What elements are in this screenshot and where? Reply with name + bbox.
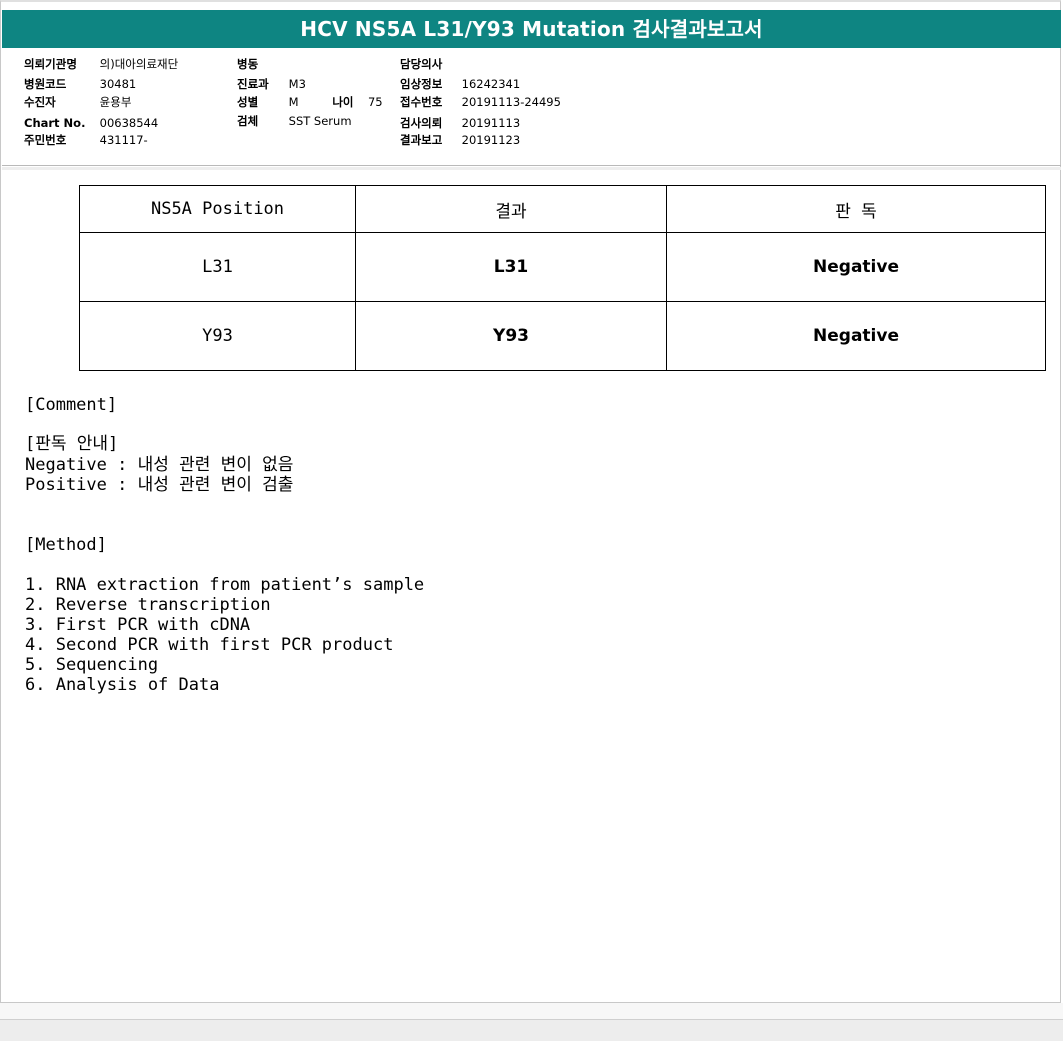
patient-info-header: 의뢰기관명 의)대아의료재단 병원코드 30481 수진자 윤용부 Chart … — [2, 50, 1061, 166]
resident-number-value: 431117- — [99, 133, 148, 147]
results-header-row: NS5A Position 결과 판 독 — [79, 185, 1046, 233]
examinee-field: 수진자 윤용부 — [24, 94, 131, 110]
clinical-info-value: 16242341 — [461, 77, 521, 91]
resident-number-field: 주민번호 431117- — [24, 132, 148, 148]
sex-field: 성별 M 나이 75 — [237, 94, 383, 110]
guide-heading: [판독 안내] — [25, 434, 119, 454]
specimen-value: SST Serum — [288, 114, 352, 128]
method-step: 4. Second PCR with first PCR product — [25, 635, 394, 655]
clinical-info-field: 임상정보 16242341 — [400, 76, 520, 92]
status-bar — [0, 1019, 1063, 1041]
method-step: 3. First PCR with cDNA — [25, 615, 251, 635]
age-label: 나이 — [332, 95, 354, 109]
method-step: 1. RNA extraction from patient’s sample — [25, 575, 425, 595]
request-date-label: 검사의뢰 — [400, 116, 443, 130]
report-date-value: 20191123 — [461, 133, 521, 147]
specimen-label: 검체 — [237, 114, 259, 128]
results-table: NS5A Position 결과 판 독 L31 L31 Negative Y9… — [79, 185, 1046, 371]
sex-label: 성별 — [237, 95, 259, 109]
method-step: 5. Sequencing — [25, 655, 159, 675]
hospital-code-field: 병원코드 30481 — [24, 76, 136, 92]
doctor-label: 담당의사 — [400, 57, 443, 71]
receipt-number-value: 20191113-24495 — [461, 95, 561, 109]
hospital-code-label: 병원코드 — [24, 77, 67, 91]
report-date-field: 결과보고 20191123 — [400, 132, 520, 148]
age-value: 75 — [367, 95, 383, 109]
table-row: L31 L31 Negative — [79, 232, 1046, 302]
department-label: 진료과 — [237, 77, 269, 91]
clinical-info-label: 임상정보 — [400, 77, 443, 91]
result-cell: Y93 — [355, 301, 667, 371]
footer-gap — [0, 1003, 1063, 1019]
position-cell: Y93 — [79, 301, 356, 371]
interpretation-cell: Negative — [666, 301, 1046, 371]
institution-value: 의)대아의료재단 — [99, 57, 179, 71]
position-cell: L31 — [79, 232, 356, 302]
method-step: 2. Reverse transcription — [25, 595, 271, 615]
header-result: 결과 — [355, 185, 667, 233]
chart-number-field: Chart No. 00638544 — [24, 115, 158, 131]
department-field: 진료과 M3 — [237, 76, 306, 92]
hospital-code-value: 30481 — [99, 77, 137, 91]
request-date-field: 검사의뢰 20191113 — [400, 115, 520, 131]
examinee-value: 윤용부 — [99, 95, 132, 109]
institution-label: 의뢰기관명 — [24, 57, 77, 71]
department-value: M3 — [288, 77, 306, 91]
sex-value: M — [288, 95, 299, 109]
resident-number-label: 주민번호 — [24, 133, 67, 147]
examinee-label: 수진자 — [24, 95, 56, 109]
report-title: HCV NS5A L31/Y93 Mutation 검사결과보고서 — [2, 10, 1061, 48]
ward-label: 병동 — [237, 57, 259, 71]
receipt-number-label: 접수번호 — [400, 95, 443, 109]
method-step: 6. Analysis of Data — [25, 675, 220, 695]
chart-number-label: Chart No. — [24, 116, 86, 130]
specimen-field: 검체 SST Serum — [237, 113, 352, 129]
header-position: NS5A Position — [79, 185, 356, 233]
report-date-label: 결과보고 — [400, 133, 443, 147]
comment-heading: [Comment] — [25, 395, 118, 415]
header-separator — [2, 167, 1061, 170]
institution-field: 의뢰기관명 의)대아의료재단 — [24, 56, 178, 72]
doctor-field: 담당의사 — [400, 56, 462, 72]
table-row: Y93 Y93 Negative — [79, 301, 1046, 371]
positive-guide-line: Positive : 내성 관련 변이 검출 — [25, 475, 294, 495]
header-interpretation: 판 독 — [666, 185, 1046, 233]
result-cell: L31 — [355, 232, 667, 302]
chart-number-value: 00638544 — [99, 116, 159, 130]
receipt-number-field: 접수번호 20191113-24495 — [400, 94, 561, 110]
interpretation-cell: Negative — [666, 232, 1046, 302]
request-date-value: 20191113 — [461, 116, 521, 130]
negative-guide-line: Negative : 내성 관련 변이 없음 — [25, 455, 294, 475]
ward-field: 병동 — [237, 56, 289, 72]
method-heading: [Method] — [25, 535, 107, 555]
